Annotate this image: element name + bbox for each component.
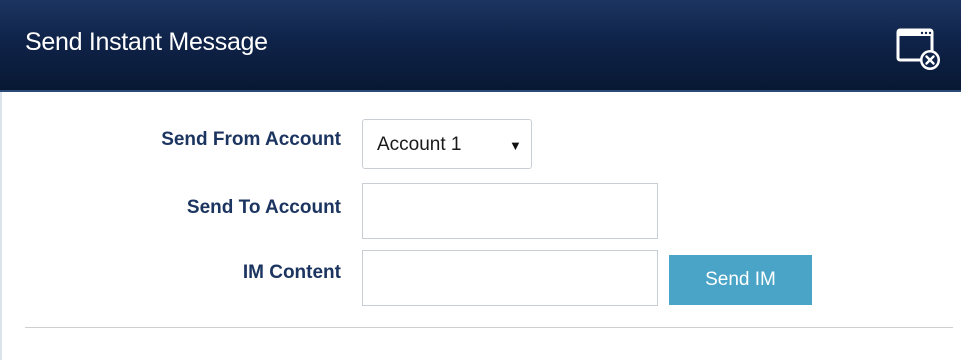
dropdown-arrow-icon: ▼ — [509, 138, 522, 153]
im-content-input[interactable] — [362, 250, 658, 306]
window-close-icon[interactable] — [894, 24, 942, 72]
send-im-window: Send Instant Message Send From Account A… — [0, 0, 961, 360]
send-from-selected-value: Account 1 — [377, 134, 462, 155]
send-im-button[interactable]: Send IM — [669, 255, 812, 305]
im-content-label: IM Content — [242, 262, 341, 283]
form-divider — [25, 327, 953, 328]
send-from-select[interactable]: Account 1 ▼ — [362, 119, 532, 169]
window-left-border — [0, 92, 2, 360]
window-titlebar: Send Instant Message — [0, 0, 961, 92]
window-title: Send Instant Message — [25, 28, 268, 56]
send-from-label: Send From Account — [161, 129, 341, 150]
send-to-input[interactable] — [362, 183, 658, 239]
send-to-label: Send To Account — [186, 197, 341, 218]
